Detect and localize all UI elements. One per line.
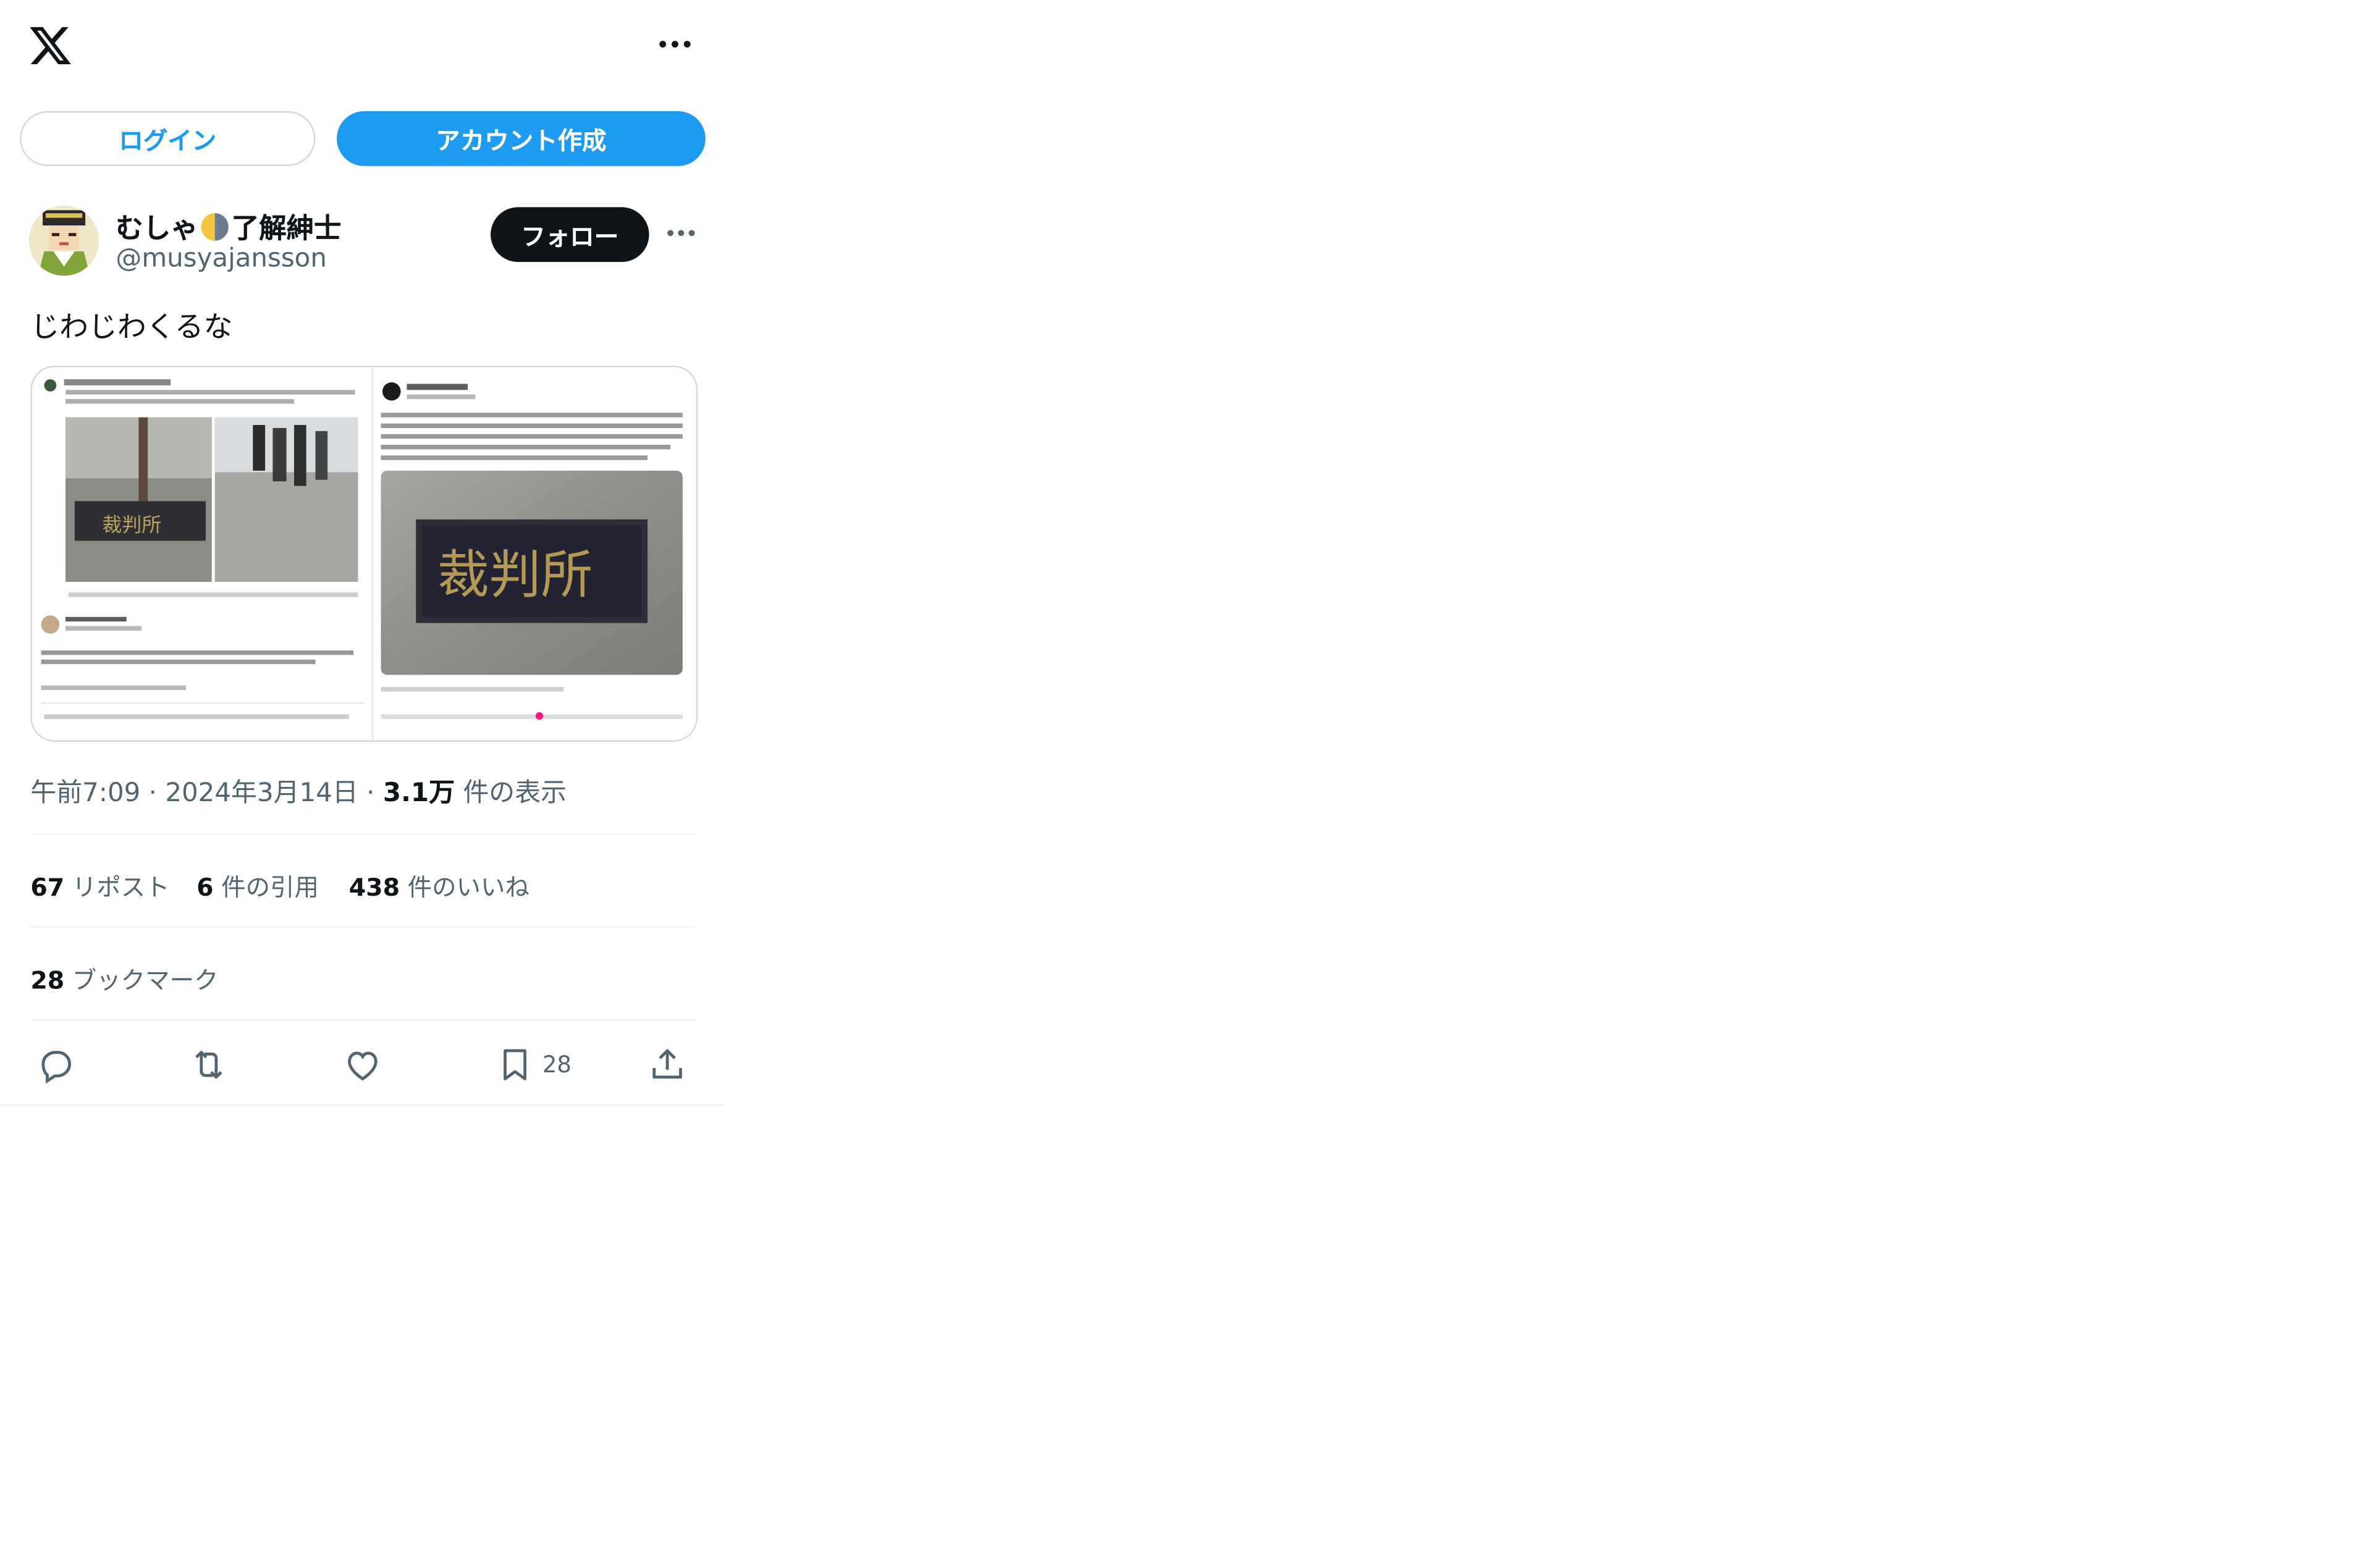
more-icon[interactable]	[655, 29, 694, 59]
tweet-time: 午前7:09	[30, 778, 141, 809]
reposts-count: 67	[30, 873, 65, 902]
views-label: 件の表示	[455, 778, 567, 809]
half-moon-emoji-icon	[201, 213, 229, 241]
signup-button[interactable]: アカウント作成	[336, 111, 706, 166]
user-handle[interactable]: @musyajansson	[116, 244, 327, 274]
divider	[30, 926, 695, 928]
display-name-prefix: むしゃ	[116, 213, 198, 246]
divider	[0, 1104, 725, 1106]
bookmark-icon[interactable]	[495, 1045, 534, 1085]
share-icon[interactable]	[648, 1045, 687, 1085]
display-name[interactable]: むしゃ 了解紳士	[116, 207, 341, 246]
display-name-suffix: 了解紳士	[231, 213, 342, 246]
svg-text:裁判所: 裁判所	[437, 544, 593, 605]
bookmarks-count: 28	[30, 965, 65, 995]
reposts-stat[interactable]: 67 リポスト	[30, 867, 169, 903]
bookmarks-stat[interactable]: 28 ブックマーク	[30, 960, 218, 996]
divider	[30, 833, 695, 835]
follow-button[interactable]: フォロー	[491, 207, 649, 263]
x-logo-icon[interactable]	[27, 23, 73, 69]
login-button[interactable]: ログイン	[20, 111, 316, 166]
views-count: 3.1万	[382, 778, 455, 809]
bookmarks-label: ブックマーク	[64, 965, 219, 995]
likes-label: 件のいいね	[400, 873, 530, 902]
svg-text:裁判所: 裁判所	[102, 513, 161, 537]
reply-icon[interactable]	[36, 1045, 76, 1085]
reposts-label: リポスト	[64, 873, 170, 902]
tweet-more-icon[interactable]	[664, 218, 698, 248]
bookmark-action-count: 28	[542, 1051, 572, 1078]
like-icon[interactable]	[343, 1045, 382, 1085]
likes-stat[interactable]: 438 件のいいね	[349, 867, 530, 903]
tweet-media-image[interactable]: 裁判所 裁判所	[30, 365, 698, 742]
tweet-text: じわじわくるな	[30, 311, 233, 345]
tweet-date: 2024年3月14日	[165, 778, 358, 809]
repost-icon[interactable]	[189, 1045, 229, 1085]
divider	[30, 1019, 695, 1021]
tweet-timestamp[interactable]: 午前7:09 · 2024年3月14日 · 3.1万 件の表示	[30, 771, 567, 809]
likes-count: 438	[348, 873, 400, 902]
quotes-label: 件の引用	[213, 873, 319, 902]
avatar[interactable]	[28, 205, 99, 276]
quotes-stat[interactable]: 6 件の引用	[196, 867, 319, 903]
quotes-count: 6	[196, 873, 214, 902]
